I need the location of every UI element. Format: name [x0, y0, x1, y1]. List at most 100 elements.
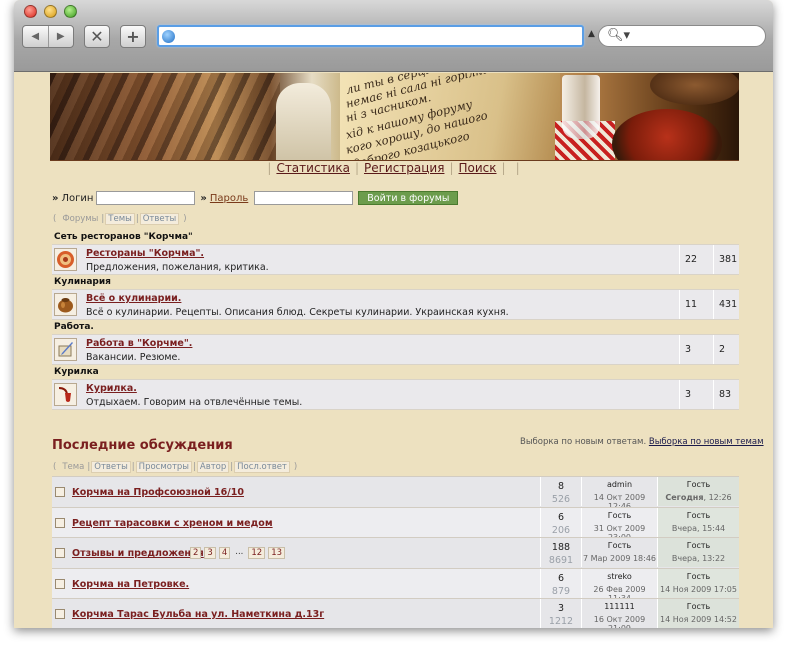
sort-bracket: (: [53, 214, 57, 224]
view-count: 8691: [548, 555, 574, 566]
forum-sort-bar: ( Форумы | Темы | Ответы ): [53, 213, 187, 225]
forum-row: Рестораны "Корчма". Предложения, пожелан…: [52, 244, 739, 275]
forum-posts-count: 381: [713, 245, 739, 274]
reply-count: 3: [557, 603, 565, 614]
recent-filter: Выборка по новым ответам. Выборка по нов…: [520, 437, 764, 447]
thread-stats: 6 879: [540, 568, 581, 598]
sort-topic[interactable]: Тема: [60, 462, 86, 472]
category-header: Работа.: [54, 322, 94, 332]
password-label[interactable]: Пароль: [210, 193, 248, 204]
thread-title[interactable]: Корчма на Профсоюзной 16/10: [72, 487, 244, 498]
thread-title[interactable]: Корчма на Петровке.: [72, 579, 189, 590]
category-header: Кулинария: [54, 277, 111, 287]
borscht-bowl: [612, 109, 722, 160]
forum-posts-count: 431: [713, 290, 739, 319]
reader-caret-icon[interactable]: ▲: [588, 29, 595, 39]
zoom-window-button[interactable]: [64, 5, 77, 18]
forum-topics-count: 22: [679, 245, 713, 274]
sort-views[interactable]: Просмотры: [135, 461, 193, 473]
last-reply: Гость Сегодня, 12:26: [657, 477, 739, 506]
forum-title[interactable]: Всё о кулинарии.: [86, 293, 181, 304]
category-header: Курилка: [54, 367, 99, 377]
globe-icon: [162, 30, 175, 43]
letter-scroll: ли ты в серці лицар немає ні сала ні гор…: [340, 73, 560, 160]
forward-icon[interactable]: ▶: [49, 26, 74, 47]
sort-answers[interactable]: Ответы: [139, 213, 180, 225]
last-date: Вчера, 13:22: [671, 554, 726, 563]
last-date: 14 Ноя 2009 14:52: [660, 615, 737, 624]
browser-toolbar: ◀ ▶ ✕ + ▲ 🔍︎▾: [14, 0, 773, 72]
forum-title[interactable]: Работа в "Корчме".: [86, 338, 192, 349]
category-header: Сеть ресторанов "Корчма": [54, 232, 193, 242]
address-bar[interactable]: [157, 25, 584, 47]
view-count: 206: [551, 524, 571, 536]
thread-title[interactable]: Корчма Тарас Бульба на ул. Наметкина д.1…: [72, 609, 324, 620]
sort-last-reply[interactable]: Посл.ответ: [234, 461, 290, 473]
author-name[interactable]: Гость: [582, 511, 657, 520]
author-name[interactable]: 111111: [582, 602, 657, 611]
filter-new-topics-link[interactable]: Выборка по новым темам: [649, 437, 764, 447]
search-field[interactable]: 🔍︎▾: [598, 25, 766, 47]
reply-count: 6: [557, 572, 565, 584]
forum-list: Сеть ресторанов "Корчма" Рестораны "Корч…: [52, 230, 739, 410]
login-label: Логин: [61, 192, 94, 204]
browser-window: ◀ ▶ ✕ + ▲ 🔍︎▾ ли ты в серці лицар немає …: [14, 0, 773, 628]
nav-registration[interactable]: Регистрация: [364, 161, 444, 175]
last-reply: Гость 14 Ноя 2009 17:05: [657, 568, 739, 598]
forum-description: Отдыхаем. Говорим на отвлечённые темы.: [86, 397, 303, 408]
last-date: Сегодня, 12:26: [665, 493, 732, 502]
thread-pages: 2 3 4 ... 12 13: [190, 547, 286, 559]
add-bookmark-button[interactable]: +: [120, 25, 146, 48]
plus-icon: +: [126, 27, 140, 46]
forum-title[interactable]: Курилка.: [86, 383, 137, 394]
author-name[interactable]: Гость: [582, 541, 657, 550]
thread-stats: 3 1212: [540, 599, 581, 628]
thread-sort-bar: ( Тема | Ответы | Просмотры | Автор | По…: [53, 461, 298, 473]
page-link[interactable]: 13: [268, 547, 286, 559]
last-user: Гость: [686, 571, 711, 581]
author-name[interactable]: admin: [582, 480, 657, 489]
created-date: 7 Мар 2009 18:46: [582, 554, 656, 563]
stop-icon: ✕: [90, 27, 104, 46]
login-button[interactable]: Войти в форумы: [358, 191, 459, 205]
author-name[interactable]: streko: [582, 572, 657, 581]
close-window-button[interactable]: [24, 5, 37, 18]
pipe-icon: [54, 383, 77, 406]
topic-icon: [55, 487, 65, 497]
minimize-window-button[interactable]: [44, 5, 57, 18]
recent-discussions-title: Последние обсуждения: [52, 438, 233, 453]
search-icon: 🔍︎▾: [607, 28, 631, 43]
nav-search[interactable]: Поиск: [459, 161, 497, 175]
table-row: Корчма на Петровке. 6 879 streko 26 Фев 20…: [52, 567, 739, 603]
thread-title[interactable]: Отзывы и предложения: [72, 548, 204, 559]
thread-title[interactable]: Рецепт тарасовки с хреном и медом: [72, 518, 273, 529]
back-icon[interactable]: ◀: [23, 26, 49, 47]
nav-statistics[interactable]: Статистика: [276, 161, 350, 175]
recent-threads: Корчма на Профсоюзной 16/10 8 526 admin 14…: [52, 476, 739, 628]
page-content: ли ты в серці лицар немає ні сала ні гор…: [14, 73, 773, 628]
last-reply: Гость Вчера, 13:22: [657, 538, 739, 567]
forum-title[interactable]: Рестораны "Корчма".: [86, 248, 204, 259]
arrow-icon: »: [52, 192, 59, 204]
password-input[interactable]: [254, 191, 354, 205]
last-date: Вчера, 15:44: [671, 523, 726, 533]
sort-replies[interactable]: Ответы: [91, 461, 131, 473]
thread-author: Гость 7 Мар 2009 18:46: [581, 538, 657, 567]
thread-stats: 6 206: [540, 507, 581, 537]
page-link[interactable]: 2: [190, 547, 202, 559]
topic-icon: [55, 517, 65, 528]
sort-topics[interactable]: Темы: [105, 213, 135, 225]
topic-icon: [55, 548, 65, 558]
login-input[interactable]: [96, 191, 196, 205]
stop-button[interactable]: ✕: [84, 25, 110, 48]
sort-author[interactable]: Автор: [196, 461, 230, 473]
page-link[interactable]: 12: [248, 547, 266, 559]
forum-row: Всё о кулинарии. Всё о кулинарии. Рецепт…: [52, 289, 739, 320]
page-link[interactable]: 4: [218, 547, 231, 559]
forum-row: Курилка. Отдыхаем. Говорим на отвлечённы…: [52, 379, 739, 410]
forum-description: Предложения, пожелания, критика.: [86, 262, 269, 273]
sort-forums[interactable]: Форумы: [60, 214, 100, 224]
page-link[interactable]: 3: [204, 547, 216, 559]
filter-text: Выборка по новым ответам.: [520, 437, 647, 447]
top-navigation: | Статистика | Регистрация | Поиск | |: [267, 161, 520, 175]
